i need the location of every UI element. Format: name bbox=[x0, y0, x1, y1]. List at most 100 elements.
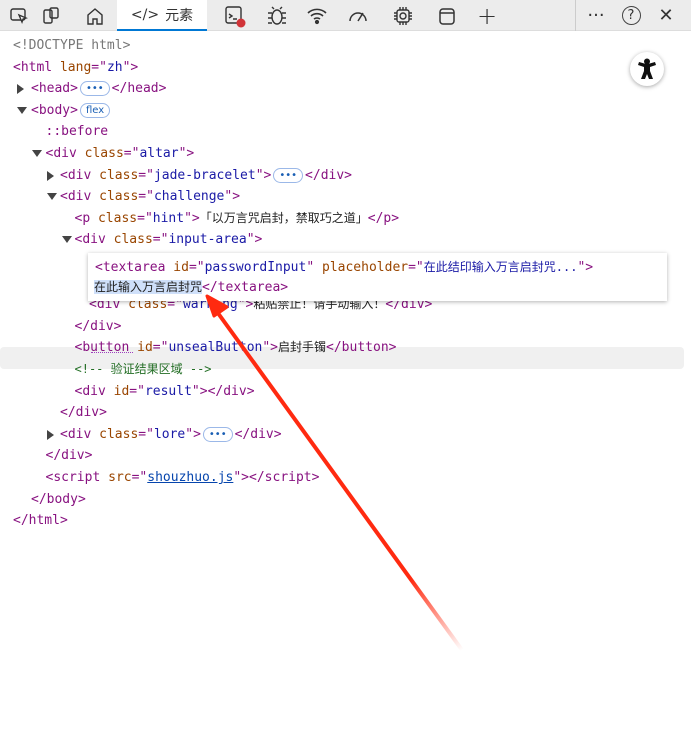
dom-node-row[interactable]: <div id="result"></div> bbox=[75, 381, 255, 402]
code-token: "> bbox=[224, 189, 241, 205]
dom-node-row[interactable]: <div class="lore"> ••• </div> bbox=[60, 424, 282, 445]
dom-node-row[interactable]: </html> bbox=[13, 510, 68, 531]
code-token: class bbox=[97, 210, 138, 226]
dom-node-row[interactable]: <html lang="zh"> bbox=[13, 57, 138, 78]
code-token: =" bbox=[408, 260, 424, 275]
popup-line-open-tag: <textarea id="passwordInput" placeholder… bbox=[95, 257, 663, 278]
code-token: class bbox=[99, 426, 139, 442]
console-icon[interactable] bbox=[218, 0, 252, 31]
code-token: 「以万言咒启封，禁取巧之道」 bbox=[199, 210, 368, 225]
code-token: =" bbox=[131, 470, 148, 485]
code-token: " bbox=[306, 260, 322, 275]
code-token: "></div> bbox=[191, 383, 255, 399]
code-token: =" bbox=[137, 210, 153, 226]
dom-node-row[interactable]: </body> bbox=[31, 489, 86, 510]
tab-elements[interactable]: </> 元素 bbox=[117, 0, 207, 31]
dom-node-row[interactable]: </div> bbox=[60, 402, 107, 423]
code-token: "> bbox=[577, 260, 594, 275]
dom-node-row[interactable]: <div class="jade-bracelet"> ••• </div> bbox=[60, 165, 352, 186]
code-token: challenge bbox=[153, 189, 225, 205]
dom-node-row[interactable]: <script src="shouzhuo.js"></script> bbox=[46, 467, 320, 488]
plus-icon[interactable]: + bbox=[472, 0, 502, 31]
code-token: zh bbox=[106, 59, 123, 75]
code-token: =" bbox=[138, 426, 154, 442]
expand-badge[interactable]: ••• bbox=[79, 81, 110, 97]
accessibility-icon[interactable] bbox=[630, 52, 664, 86]
collapse-triangle-icon[interactable] bbox=[47, 193, 57, 201]
collapse-triangle-icon[interactable] bbox=[32, 150, 42, 157]
performance-gauge-icon[interactable] bbox=[343, 0, 373, 31]
expand-triangle-icon[interactable] bbox=[47, 429, 54, 440]
memory-chip-icon[interactable] bbox=[388, 0, 418, 31]
code-token: =" bbox=[91, 59, 107, 75]
dom-node-row[interactable]: </div> bbox=[46, 445, 93, 466]
code-token: <div bbox=[74, 232, 114, 248]
code-token: </div> bbox=[60, 405, 107, 421]
code-token: <html bbox=[13, 59, 60, 75]
help-glyph: ? bbox=[621, 6, 641, 25]
code-token: <!DOCTYPE html> bbox=[13, 38, 131, 53]
code-token: "> bbox=[262, 340, 279, 356]
collapse-triangle-icon[interactable] bbox=[62, 236, 72, 244]
collapse-triangle-icon[interactable] bbox=[17, 106, 27, 114]
code-token: =" bbox=[129, 383, 145, 399]
code-token: =" bbox=[138, 189, 154, 205]
code-token: id bbox=[113, 383, 130, 399]
expand-triangle-icon[interactable] bbox=[17, 84, 24, 95]
code-token: <div bbox=[60, 189, 100, 205]
dom-node-row[interactable]: <body> flex bbox=[31, 100, 112, 121]
expand-badge[interactable]: flex bbox=[79, 102, 111, 118]
inspect-icon[interactable] bbox=[2, 0, 36, 31]
code-token: input-area bbox=[168, 232, 247, 248]
code-token: "> bbox=[122, 59, 139, 75]
code-token: id bbox=[173, 260, 189, 275]
code-token: "> bbox=[255, 167, 272, 183]
code-token: </div> bbox=[45, 448, 93, 464]
code-token: </body> bbox=[31, 491, 86, 507]
code-token: class bbox=[84, 146, 124, 161]
code-token: unsealButton bbox=[168, 340, 263, 356]
code-token: </head> bbox=[111, 81, 167, 97]
bug-icon[interactable] bbox=[262, 0, 292, 31]
code-token: "> bbox=[178, 146, 195, 161]
code-token: lang bbox=[59, 59, 92, 75]
expand-badge[interactable]: ••• bbox=[202, 426, 233, 442]
code-token: class bbox=[99, 189, 139, 205]
help-icon[interactable]: ? bbox=[617, 0, 645, 31]
device-emulation-icon[interactable] bbox=[36, 0, 66, 31]
dom-node-row[interactable]: <!-- 验证结果区域 --> bbox=[75, 359, 212, 380]
dom-node-row[interactable]: <div class="altar"> bbox=[46, 143, 195, 164]
elements-icon: </> bbox=[130, 6, 160, 23]
dom-node-row[interactable]: <!DOCTYPE html> bbox=[13, 35, 130, 56]
code-token: </button> bbox=[326, 340, 397, 356]
dom-node-row[interactable]: ::before bbox=[46, 121, 109, 142]
network-wifi-icon[interactable] bbox=[302, 0, 332, 31]
dom-node-row[interactable]: <button id="unsealButton">启封手镯</button> bbox=[75, 337, 397, 358]
expand-triangle-icon[interactable] bbox=[47, 170, 54, 181]
code-token: src bbox=[108, 470, 132, 485]
code-token: result bbox=[144, 383, 192, 399]
more-options-icon[interactable]: ··· bbox=[582, 0, 610, 31]
selected-text[interactable]: 在此输入万言启封咒 bbox=[94, 280, 203, 294]
code-token: =" bbox=[188, 260, 205, 275]
code-token: 启封手镯 bbox=[278, 340, 327, 355]
code-token: </html> bbox=[13, 513, 68, 529]
code-token: <div bbox=[60, 426, 100, 442]
application-panel-icon[interactable] bbox=[432, 0, 462, 31]
spellcheck-underline bbox=[90, 352, 133, 354]
source-link[interactable]: shouzhuo.js bbox=[147, 470, 233, 485]
dom-node-row[interactable]: <div class="input-area"> bbox=[75, 229, 263, 250]
close-icon[interactable]: ✕ bbox=[652, 0, 680, 31]
home-icon[interactable] bbox=[80, 0, 110, 31]
code-token: <div bbox=[45, 146, 85, 161]
code-token: "> bbox=[184, 210, 200, 226]
tab-elements-label: 元素 bbox=[165, 7, 194, 24]
dom-node-row[interactable]: <div class="challenge"> bbox=[60, 186, 240, 207]
code-token: passwordInput bbox=[204, 260, 307, 275]
expand-badge[interactable]: ••• bbox=[273, 167, 304, 183]
dom-node-row[interactable]: </div> bbox=[75, 316, 122, 337]
code-token: class bbox=[99, 167, 139, 183]
code-token: </p> bbox=[367, 210, 400, 226]
dom-node-row[interactable]: <head> ••• </head> bbox=[31, 78, 166, 99]
dom-node-row[interactable]: <p class="hint">「以万言咒启封，禁取巧之道」</p> bbox=[75, 208, 400, 229]
